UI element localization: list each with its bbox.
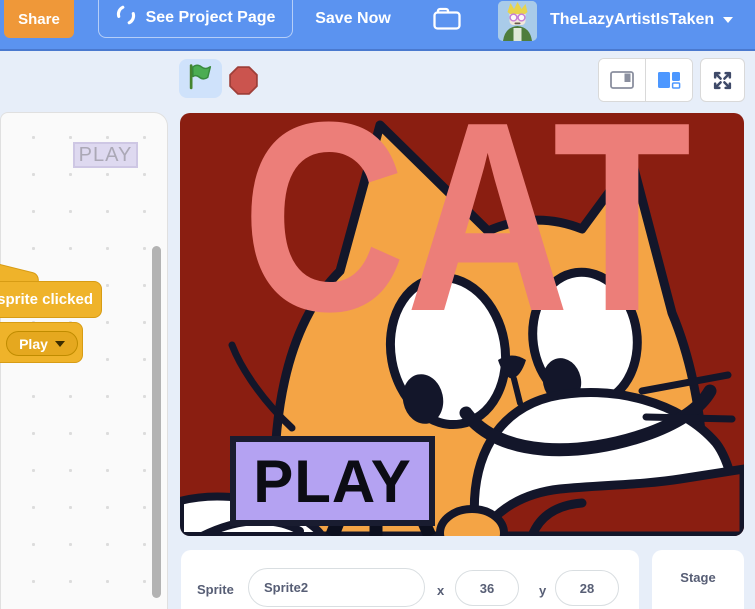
- broadcast-dropdown[interactable]: Play: [6, 331, 78, 356]
- stage-selector-label: Stage: [680, 570, 716, 585]
- username-label: TheLazyArtistIsTaken: [550, 11, 715, 28]
- sprite-info-panel: Sprite x y: [181, 550, 639, 609]
- user-avatar[interactable]: [498, 1, 537, 41]
- when-sprite-clicked-block[interactable]: sprite clicked: [0, 281, 102, 318]
- green-flag-button[interactable]: [179, 59, 222, 98]
- cat-paw: [436, 505, 508, 536]
- large-stage-button[interactable]: [645, 59, 692, 101]
- expand-arrows-icon: [713, 71, 732, 89]
- stage-selector-panel[interactable]: Stage: [652, 550, 744, 609]
- scratch-editor: Share See Project Page Save Now TheLazyA…: [0, 0, 755, 609]
- x-label: x: [437, 583, 445, 598]
- code-area-scrollbar[interactable]: [152, 246, 161, 598]
- share-button[interactable]: Share: [4, 0, 74, 38]
- y-position-input[interactable]: [555, 570, 619, 606]
- stage-play-button-sprite[interactable]: PLAY: [230, 436, 435, 526]
- account-menu[interactable]: TheLazyArtistIsTaken: [550, 0, 734, 40]
- file-menu-button[interactable]: [430, 7, 464, 35]
- sprite-name-input[interactable]: [248, 568, 425, 607]
- see-project-page-button[interactable]: See Project Page: [98, 0, 293, 38]
- broadcast-dropdown-value: Play: [19, 335, 48, 352]
- caret-down-icon: [723, 17, 734, 23]
- x-position-input[interactable]: [455, 570, 519, 606]
- cat-whisker-right-2: [642, 413, 736, 423]
- caret-down-icon: [54, 340, 65, 347]
- sprite-watermark: PLAY: [73, 142, 138, 168]
- stage-heading-text: CAT: [242, 113, 692, 368]
- see-project-page-label: See Project Page: [145, 8, 276, 26]
- large-stage-layout-icon: [658, 72, 681, 89]
- sprite-label: Sprite: [197, 582, 234, 597]
- folder-icon: [432, 6, 462, 36]
- stage-size-toggle: [598, 58, 693, 102]
- stop-button[interactable]: [229, 66, 258, 95]
- save-now-button[interactable]: Save Now: [310, 0, 396, 38]
- broadcast-block[interactable]: Play: [0, 322, 83, 363]
- green-flag-icon: [187, 63, 214, 95]
- small-stage-button[interactable]: [599, 59, 646, 101]
- fullscreen-button[interactable]: [700, 58, 745, 102]
- small-stage-layout-icon: [610, 71, 635, 89]
- stop-octagon-icon: [229, 66, 258, 95]
- stage-canvas: CAT PLAY: [180, 113, 744, 536]
- y-label: y: [539, 583, 547, 598]
- see-inside-arcs-icon: [116, 5, 136, 30]
